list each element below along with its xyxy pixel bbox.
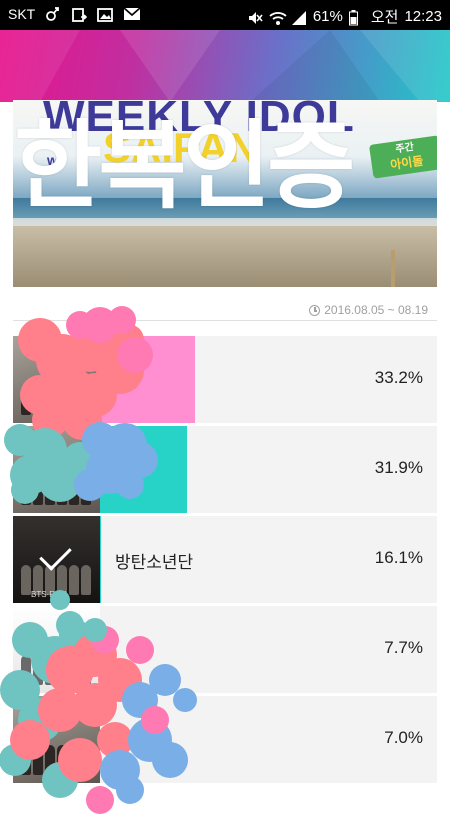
clock-icon — [309, 304, 321, 316]
vote-percent: 7.0% — [384, 728, 423, 747]
header-band — [0, 30, 450, 102]
member-figure — [69, 565, 79, 595]
scribble-blob — [173, 688, 197, 712]
scribble-blob — [86, 786, 114, 814]
scribble-blob — [141, 706, 169, 734]
scribble-blob — [50, 590, 70, 610]
banner-sand — [13, 226, 437, 287]
result-row[interactable]: BTS·RUN 방탄소년단 16.1% — [13, 516, 437, 603]
scribble-blob — [10, 720, 50, 760]
date-range: 2016.08.05 ~ 08.19 — [309, 303, 428, 317]
group-name: 방탄소년단 — [115, 553, 194, 573]
clock-time: 12:23 — [404, 8, 442, 25]
scribble-blob — [152, 742, 188, 778]
battery-percent: 61% — [312, 8, 343, 25]
scribble-blob — [56, 611, 84, 639]
scribble-blob — [58, 738, 102, 782]
mute-icon — [247, 10, 263, 24]
scribble-blob — [66, 311, 94, 339]
scribble-blob — [116, 471, 144, 499]
wifi-icon — [269, 10, 287, 25]
scribble-blob — [83, 618, 107, 642]
ampm-label: 오전 — [370, 9, 399, 26]
sign-pole — [391, 250, 395, 287]
member-figure — [21, 565, 31, 595]
scribble-blob — [11, 476, 39, 504]
overlay-caption: 한복인증 — [14, 110, 355, 222]
scribble-blob — [74, 469, 106, 501]
vote-percent: 31.9% — [374, 458, 423, 477]
carrier-label: SKT — [8, 6, 36, 22]
vote-percent: 7.7% — [384, 638, 423, 657]
scribble-blob — [126, 636, 154, 664]
status-bar: SKT 61% 오전 12:23 — [0, 0, 450, 30]
scribble-blob — [117, 337, 153, 373]
female-icon — [45, 7, 61, 21]
scribble-blob — [73, 683, 117, 727]
date-range-text: 2016.08.05 ~ 08.19 — [324, 303, 428, 317]
check-icon — [39, 538, 72, 571]
member-figure — [81, 565, 91, 595]
weekly-idol-sign: 주간 아이돌 — [368, 135, 437, 179]
scribble-blob — [108, 306, 136, 334]
image-icon — [97, 7, 114, 22]
battery-icon — [348, 9, 365, 25]
nfc-icon — [71, 7, 88, 22]
vote-percent: 16.1% — [374, 548, 423, 567]
signal-icon — [291, 10, 307, 25]
mail-icon — [123, 7, 141, 21]
vote-percent: 33.2% — [374, 368, 423, 387]
